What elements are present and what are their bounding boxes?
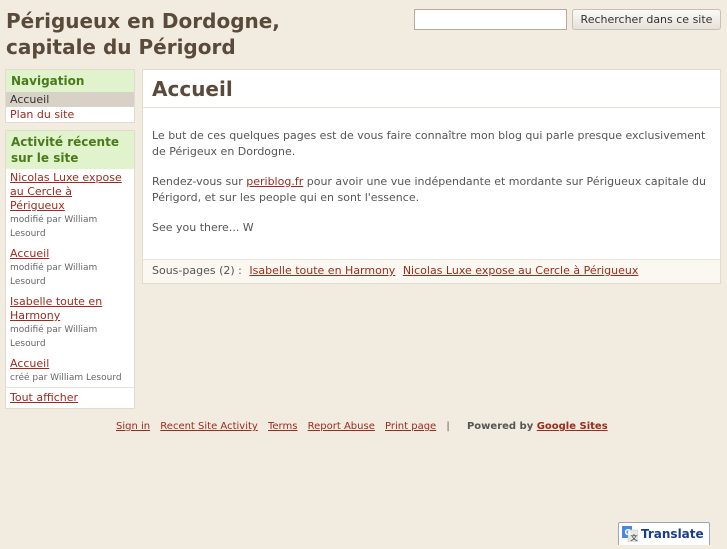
- nav-item-accueil[interactable]: Accueil: [6, 92, 134, 107]
- terms-link[interactable]: Terms: [268, 421, 297, 432]
- activity-entry: Accueil créé par William Lesourd: [6, 355, 134, 389]
- google-translate-icon: G 文: [622, 525, 639, 542]
- sign-in-link[interactable]: Sign in: [116, 421, 150, 432]
- footer-separator: |: [446, 421, 450, 432]
- activity-entry: Isabelle toute en Harmony modifié par Wi…: [6, 293, 134, 355]
- recent-activity-heading: Activité récente sur le site: [6, 131, 134, 169]
- subpage-link[interactable]: Isabelle toute en Harmony: [249, 264, 395, 277]
- translate-label: Translate: [641, 527, 704, 541]
- periblog-link[interactable]: periblog.fr: [246, 175, 303, 188]
- recent-site-activity-link[interactable]: Recent Site Activity: [160, 421, 258, 432]
- activity-entry: Nicolas Luxe expose au Cercle à Périgueu…: [6, 169, 134, 245]
- main-content: Accueil Le but de ces quelques pages est…: [142, 69, 721, 284]
- activity-link[interactable]: Accueil: [10, 357, 130, 371]
- blog-paragraph-text: Rendez-vous sur: [152, 175, 247, 188]
- activity-meta: modifié par William Lesourd: [10, 263, 98, 287]
- site-title-line2: capitale du Périgord: [6, 35, 236, 59]
- activity-link[interactable]: Nicolas Luxe expose au Cercle à Périgueu…: [10, 171, 130, 213]
- footer: Sign in Recent Site Activity Terms Repor…: [116, 420, 615, 434]
- divider: [6, 387, 134, 388]
- activity-link[interactable]: Accueil: [10, 247, 130, 261]
- blog-paragraph: Rendez-vous sur periblog.fr pour avoir u…: [152, 174, 712, 206]
- activity-meta: modifié par William Lesourd: [10, 325, 98, 349]
- activity-meta: modifié par William Lesourd: [10, 215, 98, 239]
- subpages-label: Sous-pages (2) :: [152, 264, 242, 277]
- search-input[interactable]: [414, 9, 567, 30]
- navigation-panel: Navigation Accueil Plan du site: [5, 69, 135, 123]
- signoff-paragraph: See you there... W: [152, 221, 254, 234]
- activity-link[interactable]: Isabelle toute en Harmony: [10, 295, 130, 323]
- divider: [143, 107, 720, 108]
- svg-text:文: 文: [631, 533, 639, 542]
- activity-entry: Accueil modifié par William Lesourd: [6, 245, 134, 293]
- report-abuse-link[interactable]: Report Abuse: [308, 421, 375, 432]
- intro-paragraph: Le but de ces quelques pages est de vous…: [152, 129, 706, 158]
- print-page-link[interactable]: Print page: [385, 421, 436, 432]
- navigation-heading: Navigation: [6, 70, 134, 92]
- search-button[interactable]: Rechercher dans ce site: [572, 9, 721, 30]
- translate-button[interactable]: G 文 Translate: [618, 522, 710, 545]
- recent-activity-panel: Activité récente sur le site Nicolas Lux…: [5, 130, 135, 409]
- powered-by: Powered by Google Sites: [467, 421, 615, 432]
- site-title-line1: Périgueux en Dordogne,: [6, 9, 280, 33]
- subpages-bar: Sous-pages (2) : Isabelle toute en Harmo…: [143, 259, 720, 283]
- nav-item-plan-du-site[interactable]: Plan du site: [6, 107, 134, 122]
- page-title: Accueil: [152, 77, 233, 101]
- activity-meta: créé par William Lesourd: [10, 373, 122, 383]
- subpage-link[interactable]: Nicolas Luxe expose au Cercle à Périgueu…: [403, 264, 639, 277]
- google-sites-link[interactable]: Google Sites: [537, 421, 608, 432]
- powered-by-prefix: Powered by: [466, 421, 537, 432]
- site-title: Périgueux en Dordogne, capitale du Périg…: [6, 8, 406, 60]
- show-all-link[interactable]: Tout afficher: [10, 391, 78, 405]
